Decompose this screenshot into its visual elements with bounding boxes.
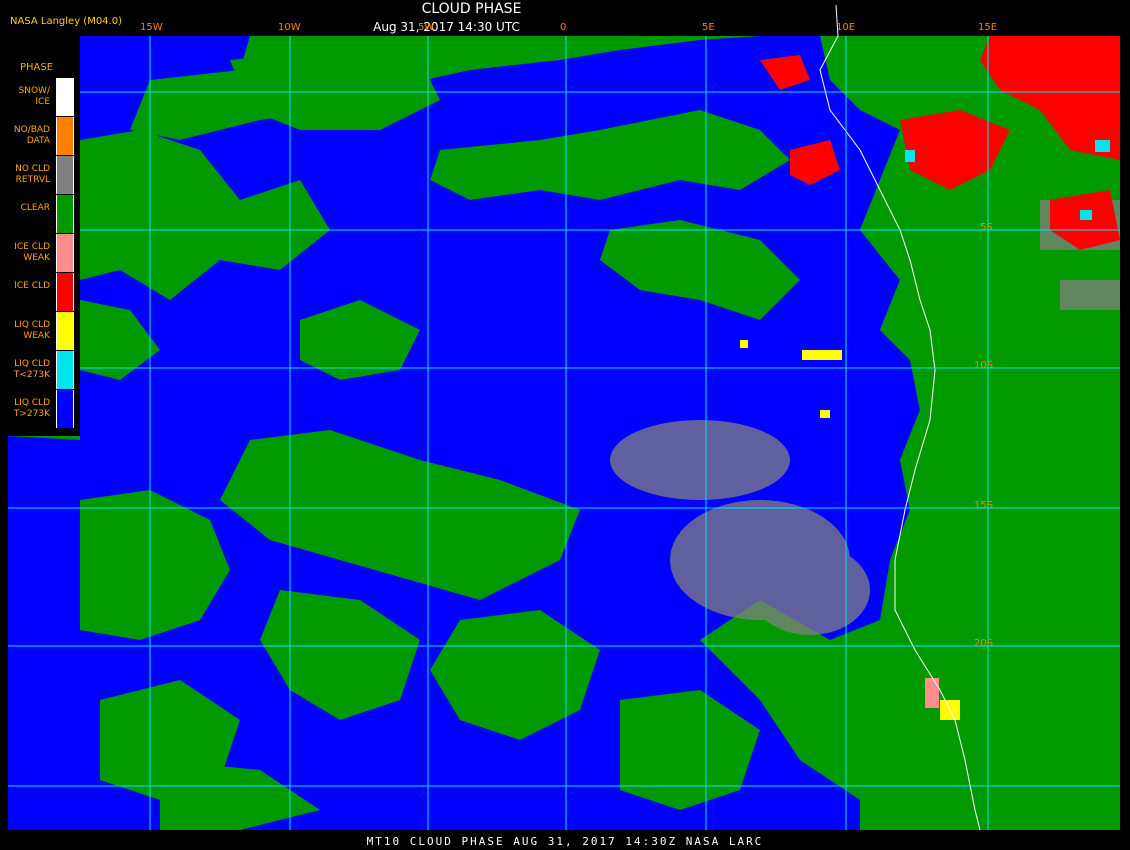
legend-title: PHASE bbox=[20, 62, 54, 73]
legend-item: SNOW/ ICE bbox=[0, 78, 80, 116]
legend-swatch bbox=[56, 195, 74, 233]
lon-label-10w: 10W bbox=[278, 22, 301, 33]
phase-legend: PHASE SNOW/ ICE NO/BAD DATA NO CLD RETRVL C… bbox=[0, 56, 80, 436]
legend-item: LIQ CLD WEAK bbox=[0, 312, 80, 350]
legend-swatch bbox=[56, 78, 74, 116]
legend-item: ICE CLD WEAK bbox=[0, 234, 80, 272]
cloud-phase-map bbox=[8, 4, 1120, 831]
lon-label-15e: 15E bbox=[978, 22, 998, 33]
legend-swatch bbox=[56, 273, 74, 311]
legend-item: ICE CLD bbox=[0, 273, 80, 311]
legend-item-label: ICE CLD bbox=[14, 281, 50, 291]
legend-item: LIQ CLD T<273K bbox=[0, 351, 80, 389]
legend-swatch bbox=[56, 234, 74, 272]
legend-item-label: NO CLD RETRVL bbox=[15, 164, 50, 185]
legend-item-label: LIQ CLD T>273K bbox=[13, 398, 50, 419]
lat-label-15s: 15S bbox=[974, 500, 994, 511]
lon-label-5e: 5E bbox=[702, 22, 715, 33]
legend-item-label: ICE CLD WEAK bbox=[14, 242, 50, 263]
footer-caption: MT10 CLOUD PHASE AUG 31, 2017 14:30Z NAS… bbox=[366, 835, 764, 848]
page-title: CLOUD PHASE bbox=[421, 1, 522, 17]
lon-label-10e: 10E bbox=[836, 22, 856, 33]
legend-item: CLEAR bbox=[0, 195, 80, 233]
legend-item-label: SNOW/ ICE bbox=[18, 86, 50, 107]
legend-swatch bbox=[56, 390, 74, 428]
lat-label-10s: 10S bbox=[974, 360, 994, 371]
page-subtitle: Aug 31, 2017 14:30 UTC bbox=[373, 20, 520, 34]
lon-label-0: 0 bbox=[560, 22, 567, 33]
legend-item: NO/BAD DATA bbox=[0, 117, 80, 155]
weak-ice-cloud-patch bbox=[925, 678, 939, 708]
legend-swatch bbox=[56, 156, 74, 194]
legend-item-label: LIQ CLD T<273K bbox=[13, 359, 50, 380]
legend-item: NO CLD RETRVL bbox=[0, 156, 80, 194]
lon-label-5w: 5W bbox=[418, 22, 435, 33]
lat-label-5s: 5S bbox=[980, 222, 993, 233]
legend-item-label: LIQ CLD WEAK bbox=[14, 320, 50, 341]
legend-swatch bbox=[56, 312, 74, 350]
legend-item-label: NO/BAD DATA bbox=[13, 125, 50, 146]
lat-label-20s: 20S bbox=[974, 638, 994, 649]
legend-item: LIQ CLD T>273K bbox=[0, 390, 80, 428]
legend-swatch bbox=[56, 117, 74, 155]
legend-item-label: CLEAR bbox=[20, 203, 50, 213]
legend-swatch bbox=[56, 351, 74, 389]
lon-label-15w: 15W bbox=[140, 22, 163, 33]
